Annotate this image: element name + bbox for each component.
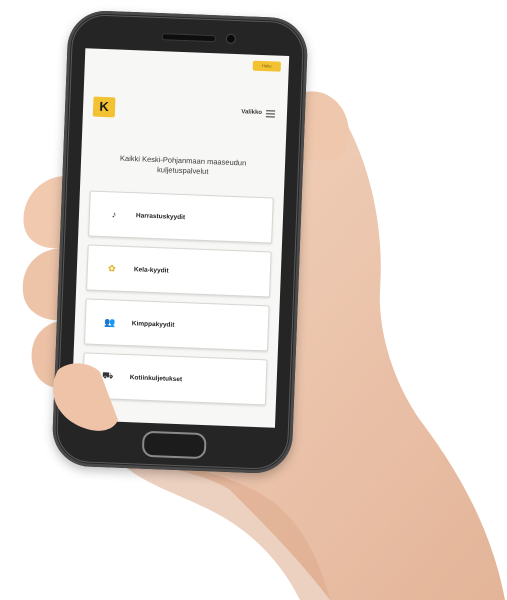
- service-card-carpool[interactable]: 👥 Kimppakyydit: [83, 298, 270, 352]
- delivery-icon: ⛟: [101, 370, 114, 381]
- menu-label: Valikko: [241, 109, 263, 117]
- kela-icon: ✿: [107, 262, 116, 274]
- phone-screen: Haku K Valikko Kaikki Keski-Pohjanmaan m…: [71, 48, 290, 428]
- top-yellow-button[interactable]: Haku: [252, 60, 281, 72]
- service-card-delivery[interactable]: ⛟ Kotiinkuljetukset: [81, 352, 268, 406]
- carpool-icon: 👥: [104, 316, 116, 328]
- menu-button[interactable]: Valikko: [241, 106, 276, 119]
- service-label: Kela-kyydit: [133, 265, 169, 275]
- service-label: Kimppakyydit: [131, 319, 175, 329]
- hobby-icon: ♪: [111, 209, 117, 220]
- home-button[interactable]: [141, 430, 207, 460]
- service-list: ♪ Harrastuskyydit ✿ Kela-kyydit 👥 Kimppa…: [81, 190, 274, 414]
- smartphone: Haku K Valikko Kaikki Keski-Pohjanmaan m…: [51, 9, 309, 475]
- service-card-kela[interactable]: ✿ Kela-kyydit: [86, 244, 272, 298]
- hamburger-icon: [265, 109, 276, 118]
- page-headline: Kaikki Keski-Pohjanmaan maaseudun kuljet…: [119, 153, 247, 177]
- service-card-hobby[interactable]: ♪ Harrastuskyydit: [88, 190, 274, 244]
- service-label: Kotiinkuljetukset: [129, 373, 183, 383]
- app-logo[interactable]: K: [92, 96, 116, 118]
- service-label: Harrastuskyydit: [135, 211, 186, 221]
